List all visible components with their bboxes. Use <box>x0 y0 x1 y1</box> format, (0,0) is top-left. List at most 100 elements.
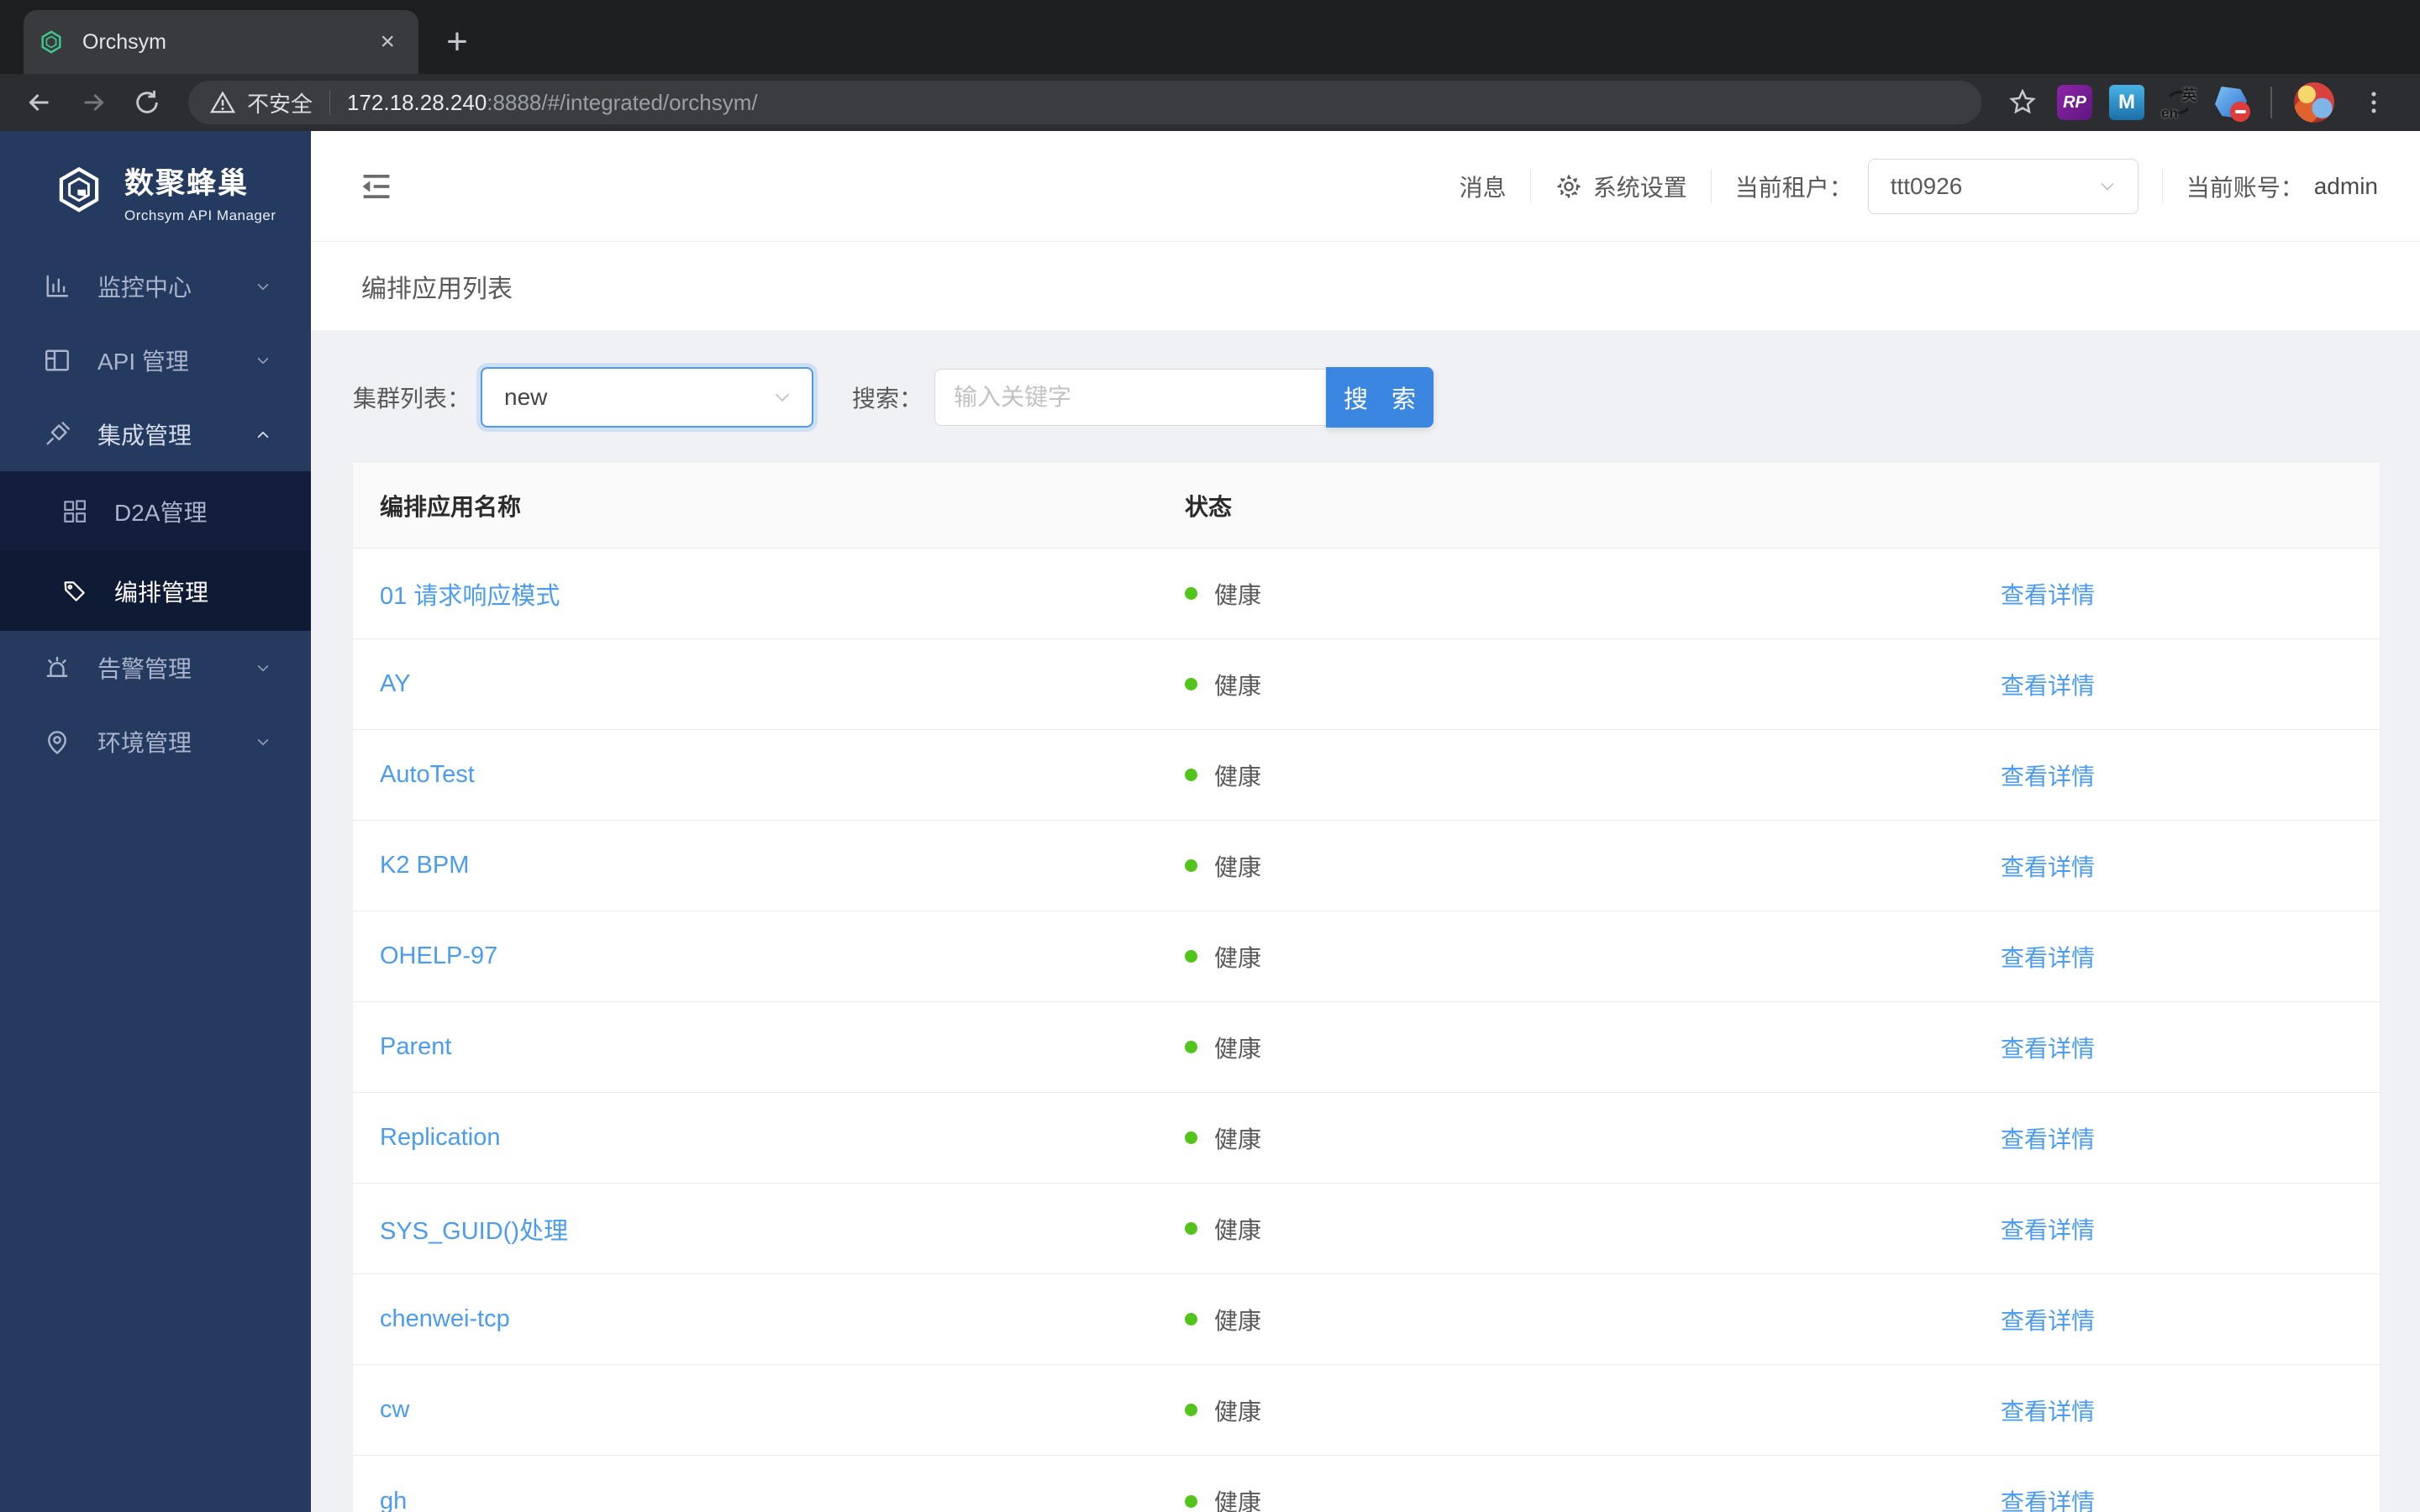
status-text: 健康 <box>1214 581 1262 608</box>
url-path: :8888/#/integrated/orchsym/ <box>487 89 758 115</box>
browser-tabstrip: Orchsym × + <box>0 0 2420 74</box>
status-text: 健康 <box>1214 672 1262 699</box>
sidebar-item-label: API 管理 <box>97 349 189 375</box>
view-details-link[interactable]: 查看详情 <box>2001 1399 2095 1425</box>
page-title: 编排应用列表 <box>361 275 513 303</box>
forward-icon[interactable] <box>72 81 114 123</box>
tenant-label: 当前租户： <box>1734 174 1853 201</box>
search-button[interactable]: 搜 索 <box>1326 367 1434 428</box>
app-window: 数聚蜂巢 Orchsym API Manager 监控中心 API 管理集成管理 D… <box>0 131 2420 1512</box>
app-name-link[interactable]: chenwei-tcp <box>380 1305 510 1332</box>
extension-axure-rp-icon[interactable]: RP <box>2057 85 2092 120</box>
breadcrumb: 编排应用列表 <box>311 241 2420 330</box>
url-text[interactable]: 172.18.28.240:8888/#/integrated/orchsym/ <box>347 90 758 116</box>
tab-title: Orchsym <box>82 29 166 54</box>
table-row: AY 健康 查看详情 <box>353 639 2380 730</box>
app-logo[interactable]: 数聚蜂巢 Orchsym API Manager <box>0 131 311 249</box>
status-text: 健康 <box>1214 853 1262 880</box>
view-details-link[interactable]: 查看详情 <box>2001 1308 2095 1334</box>
table-row: AutoTest 健康 查看详情 <box>353 730 2380 821</box>
browser-tab[interactable]: Orchsym × <box>24 10 418 74</box>
app-name-link[interactable]: cw <box>380 1396 409 1423</box>
chevron-down-icon <box>775 393 790 402</box>
sidebar-item[interactable]: 监控中心 <box>0 249 311 323</box>
app-name-link[interactable]: K2 BPM <box>380 852 469 879</box>
view-details-link[interactable]: 查看详情 <box>2001 673 2095 699</box>
orchsym-favicon-icon <box>41 30 61 54</box>
healthy-status-dot <box>1185 1041 1197 1053</box>
app-name-link[interactable]: Replication <box>380 1124 500 1151</box>
tab-close-icon[interactable]: × <box>376 26 398 58</box>
table-body: 01 请求响应模式 健康 查看详情 AY 健康 查看详情 AutoTest 健康 查看详情 K2 … <box>353 549 2380 1512</box>
browser-menu-icon[interactable] <box>2353 81 2395 123</box>
app-name-link[interactable]: Parent <box>380 1033 451 1060</box>
screen: Orchsym × + 不安全 172.18.28.240:8888/#/int… <box>0 0 2420 1512</box>
healthy-status-dot <box>1185 950 1197 963</box>
sidebar-item-label: 监控中心 <box>97 275 192 301</box>
header-divider <box>1710 169 1712 203</box>
sidebar-item[interactable]: 告警管理 <box>0 631 311 705</box>
sidebar-subitem[interactable]: 编排管理 <box>0 551 311 631</box>
sidebar-item-label: 环境管理 <box>97 730 192 756</box>
chevron-down-icon <box>252 276 274 297</box>
sidebar-item[interactable]: 集成管理 <box>0 397 311 471</box>
healthy-status-dot <box>1185 587 1197 600</box>
extension-m-icon[interactable]: M <box>2109 85 2144 120</box>
cluster-list-label: 集群列表： <box>353 386 471 412</box>
app-name-link[interactable]: SYS_GUID()处理 <box>380 1218 568 1245</box>
extension-adblock-icon[interactable] <box>2213 85 2250 122</box>
not-secure-label[interactable]: 不安全 <box>247 87 313 118</box>
environment-icon <box>42 727 72 757</box>
account-value: admin <box>2313 172 2378 199</box>
view-details-link[interactable]: 查看详情 <box>2001 945 2095 971</box>
omnibox-divider <box>329 90 331 115</box>
orchsym-logo-icon <box>59 166 99 213</box>
view-details-link[interactable]: 查看详情 <box>2001 582 2095 608</box>
app-name-link[interactable]: gh <box>380 1488 407 1512</box>
account-label: 当前账号： <box>2186 174 2304 201</box>
healthy-status-dot <box>1185 1313 1197 1326</box>
healthy-status-dot <box>1185 1222 1197 1235</box>
status-text: 健康 <box>1214 1307 1262 1334</box>
messages-link[interactable]: 消息 <box>1460 170 1507 203</box>
app-name-link[interactable]: AY <box>380 670 411 697</box>
view-details-link[interactable]: 查看详情 <box>2001 1036 2095 1062</box>
healthy-status-dot <box>1185 1404 1197 1416</box>
cluster-select[interactable]: new <box>481 367 814 428</box>
system-settings-link[interactable]: 系统设置 <box>1555 170 1687 203</box>
table-row: gh 健康 查看详情 <box>353 1456 2380 1512</box>
app-name-link[interactable]: OHELP-97 <box>380 942 497 969</box>
view-details-link[interactable]: 查看详情 <box>2001 854 2095 880</box>
healthy-status-dot <box>1185 1131 1197 1144</box>
sidebar-item[interactable]: API 管理 <box>0 323 311 397</box>
view-details-link[interactable]: 查看详情 <box>2001 1489 2095 1512</box>
new-tab-button[interactable]: + <box>434 18 481 66</box>
app-header: 消息 系统设置 当前租户： ttt0926 当前账号： admin <box>311 131 2420 241</box>
back-icon[interactable] <box>18 81 60 123</box>
bookmark-star-icon[interactable] <box>2002 81 2044 123</box>
status-text: 健康 <box>1214 1398 1262 1425</box>
status-text: 健康 <box>1214 1216 1262 1243</box>
sidebar-subitem[interactable]: D2A管理 <box>0 471 311 551</box>
sidebar-item[interactable]: 环境管理 <box>0 705 311 779</box>
view-details-link[interactable]: 查看详情 <box>2001 1126 2095 1152</box>
settings-label: 系统设置 <box>1592 174 1687 201</box>
search-input[interactable] <box>934 369 1327 426</box>
app-name-link[interactable]: 01 请求响应模式 <box>380 583 560 610</box>
sidebar: 数聚蜂巢 Orchsym API Manager 监控中心 API 管理集成管理 D… <box>0 131 311 1512</box>
view-details-link[interactable]: 查看详情 <box>2001 1217 2095 1243</box>
tenant-select[interactable]: ttt0926 <box>1867 158 2139 214</box>
not-secure-warning-icon <box>210 91 235 113</box>
app-table: 编排应用名称 状态 01 请求响应模式 健康 查看详情 AY 健康 查看详情 AutoTest… <box>353 463 2380 1512</box>
chevron-down-icon <box>252 349 274 371</box>
profile-avatar[interactable] <box>2294 82 2334 123</box>
extension-translate-icon[interactable]: 英 en <box>2161 85 2196 121</box>
app-name-link[interactable]: AutoTest <box>380 761 475 788</box>
menu-fold-icon[interactable] <box>358 168 395 205</box>
healthy-status-dot <box>1185 769 1197 781</box>
sidebar-subitem-label: 编排管理 <box>114 579 209 606</box>
address-bar[interactable]: 不安全 172.18.28.240:8888/#/integrated/orch… <box>188 81 1981 124</box>
reload-icon[interactable] <box>126 81 168 123</box>
table-row: chenwei-tcp 健康 查看详情 <box>353 1274 2380 1365</box>
view-details-link[interactable]: 查看详情 <box>2001 764 2095 790</box>
